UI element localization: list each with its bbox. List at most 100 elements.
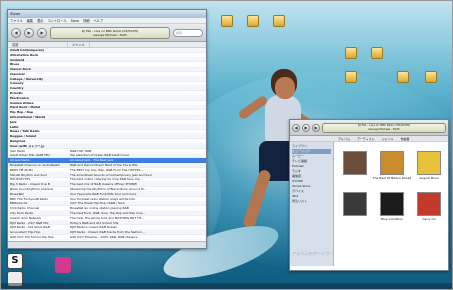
station-name: Soul (with ストリーム)	[10, 143, 45, 148]
menu-edit[interactable]: 編集	[27, 18, 33, 23]
station-name: Electronica	[10, 95, 29, 100]
station-description: Your Favourite R&B Funk/Hits Soul and mo…	[70, 191, 137, 196]
station-description: GSP 24/7 Streams - 100% R&B, R&B Classic…	[70, 234, 138, 239]
menu-control[interactable]: コントロール	[48, 18, 67, 23]
artwork-hint: アルバムのアートワークを表示します	[292, 251, 332, 256]
station-description: R&B and Dance Music! Best of the 70s & 8…	[70, 163, 138, 168]
station-description: The best online catering for true R&B fa…	[70, 177, 143, 182]
now-playing-display: DJ Fab - Live on BBC Radio (05/02/05) Ge…	[50, 26, 170, 39]
station-name: Adult Urban Hits (LNM FM)	[10, 153, 50, 158]
folder-icon[interactable]	[345, 71, 357, 83]
station-name: Golden Oldies	[10, 100, 34, 105]
station-name: Hard Rock / Metal	[10, 105, 41, 110]
album-tile[interactable]: Blue Condition	[373, 187, 412, 227]
album-tile[interactable]	[338, 146, 372, 186]
station-name: Chill Radio Channel	[10, 206, 40, 211]
station-name: Jazz Radio	[10, 148, 26, 153]
source-sidebar: ライブラリ ミュージック ムービー テレビ番組 Podcast ラジオ 着信音 …	[290, 142, 334, 266]
album-tile[interactable]: August Moon	[412, 146, 446, 186]
station-name: Adult Contemporary	[10, 48, 45, 52]
station-description: BluesNet an online station playing R&B	[70, 206, 129, 211]
previous-button[interactable]: ◀	[11, 27, 21, 38]
album-cover[interactable]	[379, 192, 404, 216]
station-name: Ambient	[10, 57, 25, 62]
album-cover[interactable]	[417, 192, 442, 216]
lcd-line-2: George Michael - Faith	[93, 32, 127, 37]
folder-icon[interactable]	[247, 15, 259, 27]
menu-file[interactable]: ファイル	[10, 18, 23, 23]
album-tile[interactable]	[338, 187, 372, 227]
sidebar-header-playlists: 再生リスト	[292, 199, 308, 203]
pink-app-icon[interactable]	[55, 257, 71, 273]
menu-advanced[interactable]: 詳細	[83, 18, 89, 23]
station-description: The funk, the whole funk and NOTHING BUT…	[70, 215, 144, 220]
folder-icon[interactable]	[221, 15, 233, 27]
s-app-icon[interactable]: S	[7, 253, 23, 269]
station-name: Classical	[10, 71, 25, 76]
toolbar-2: ◀ ▶ ▶ DJ Fab - Live on BBC Radio (05/02/…	[290, 120, 448, 136]
play-button[interactable]: ▶	[302, 123, 310, 132]
column-name[interactable]: 名前	[8, 42, 68, 47]
station-name: Groovetech Hip-Hop	[10, 230, 41, 235]
album-title: Carry On	[422, 217, 436, 221]
album-cover[interactable]	[417, 151, 442, 175]
station-name: Reggae / Island	[10, 134, 37, 139]
station-description: Your funkiest radio station plays all th…	[70, 196, 135, 201]
folder-icon[interactable]	[425, 71, 437, 83]
folder-icon[interactable]	[345, 47, 357, 59]
folder-icon[interactable]	[273, 15, 285, 27]
album-tile[interactable]: Carry On	[412, 187, 446, 227]
station-name: News / Talk Radio	[10, 129, 40, 134]
station-description: DJM Radio's classic R&B stream	[70, 225, 118, 230]
station-name: BRRS FM (RnB)	[10, 167, 33, 172]
desktop-icon-area	[211, 11, 451, 111]
station-name: All Jazz Radio	[10, 158, 30, 163]
menu-view[interactable]: 表示	[37, 18, 43, 23]
title-bar: iTunes	[8, 10, 206, 18]
station-name: Classic Soul Network	[10, 215, 42, 220]
header-genre[interactable]: ジャンル	[382, 137, 394, 141]
folder-icon[interactable]	[397, 71, 409, 83]
station-name: Comedy	[10, 81, 24, 86]
station-name: BRRadio.de	[10, 201, 28, 206]
header-composer[interactable]: 作曲者	[400, 137, 409, 141]
album-tile[interactable]: The Best Of Baden Powell	[373, 146, 411, 186]
column-genre[interactable]: ジャンル	[68, 42, 90, 47]
next-button[interactable]: ▶	[312, 123, 320, 132]
taskbar	[1, 283, 452, 289]
station-name: Alternative Rock	[10, 52, 39, 57]
previous-button[interactable]: ◀	[292, 123, 300, 132]
surfer-leg	[242, 168, 272, 230]
header-album[interactable]: アルバム	[338, 137, 350, 141]
toolbar: ◀ ▶ ▶ DJ Fab - Live on BBC Radio (05/02/…	[8, 24, 206, 42]
menu-store[interactable]: Store	[71, 19, 79, 23]
itunes-window-2: ◀ ▶ ▶ DJ Fab - Live on BBC Radio (05/02/…	[289, 119, 449, 271]
menu-help[interactable]: ヘルプ	[93, 18, 103, 23]
album-title: August Moon	[419, 176, 439, 180]
album-title: Blue Condition	[381, 217, 403, 221]
station-list: Adult Contemporary Alternative Rock Ambien…	[8, 48, 206, 240]
station-name: International / World	[10, 115, 46, 120]
station-name: College / University	[10, 76, 43, 81]
station-name: DJM Radio - 24/7 R&B Mix	[10, 220, 49, 225]
now-playing-display: DJ Fab - Live on BBC Radio (05/02/05) Ge…	[322, 122, 446, 133]
station-description: All About Jazz - The Best Jazz	[70, 158, 114, 163]
lcd-line-2: George Michael - Faith	[368, 126, 400, 131]
album-cover[interactable]	[379, 151, 404, 175]
station-name: HIP-HOP HITS	[10, 177, 31, 182]
window-title: iTunes	[10, 12, 21, 16]
station-name: Big 3 Radio - Classic R & B	[10, 182, 50, 187]
station-name: BluesNet Channel on AudioRealm	[10, 163, 61, 168]
folder-icon[interactable]	[371, 47, 383, 59]
itunes-window: iTunes ファイル 編集 表示 コントロール Store 詳細 ヘルプ ◀ …	[7, 9, 207, 249]
station-description: The best mix of R&B classics offline! PH…	[70, 182, 138, 187]
search-input[interactable]: 検索	[173, 28, 203, 37]
play-button[interactable]: ▶	[24, 27, 34, 38]
station-name: BluesTalk	[10, 191, 24, 196]
station-description: 24/7 The finest Hip-Hop / R&B / Soul	[70, 201, 125, 206]
header-artist[interactable]: アーティスト	[357, 137, 375, 141]
status-bar	[8, 241, 206, 248]
album-cover[interactable]	[342, 151, 367, 175]
next-button[interactable]: ▶	[37, 27, 47, 38]
album-cover[interactable]	[342, 192, 367, 216]
